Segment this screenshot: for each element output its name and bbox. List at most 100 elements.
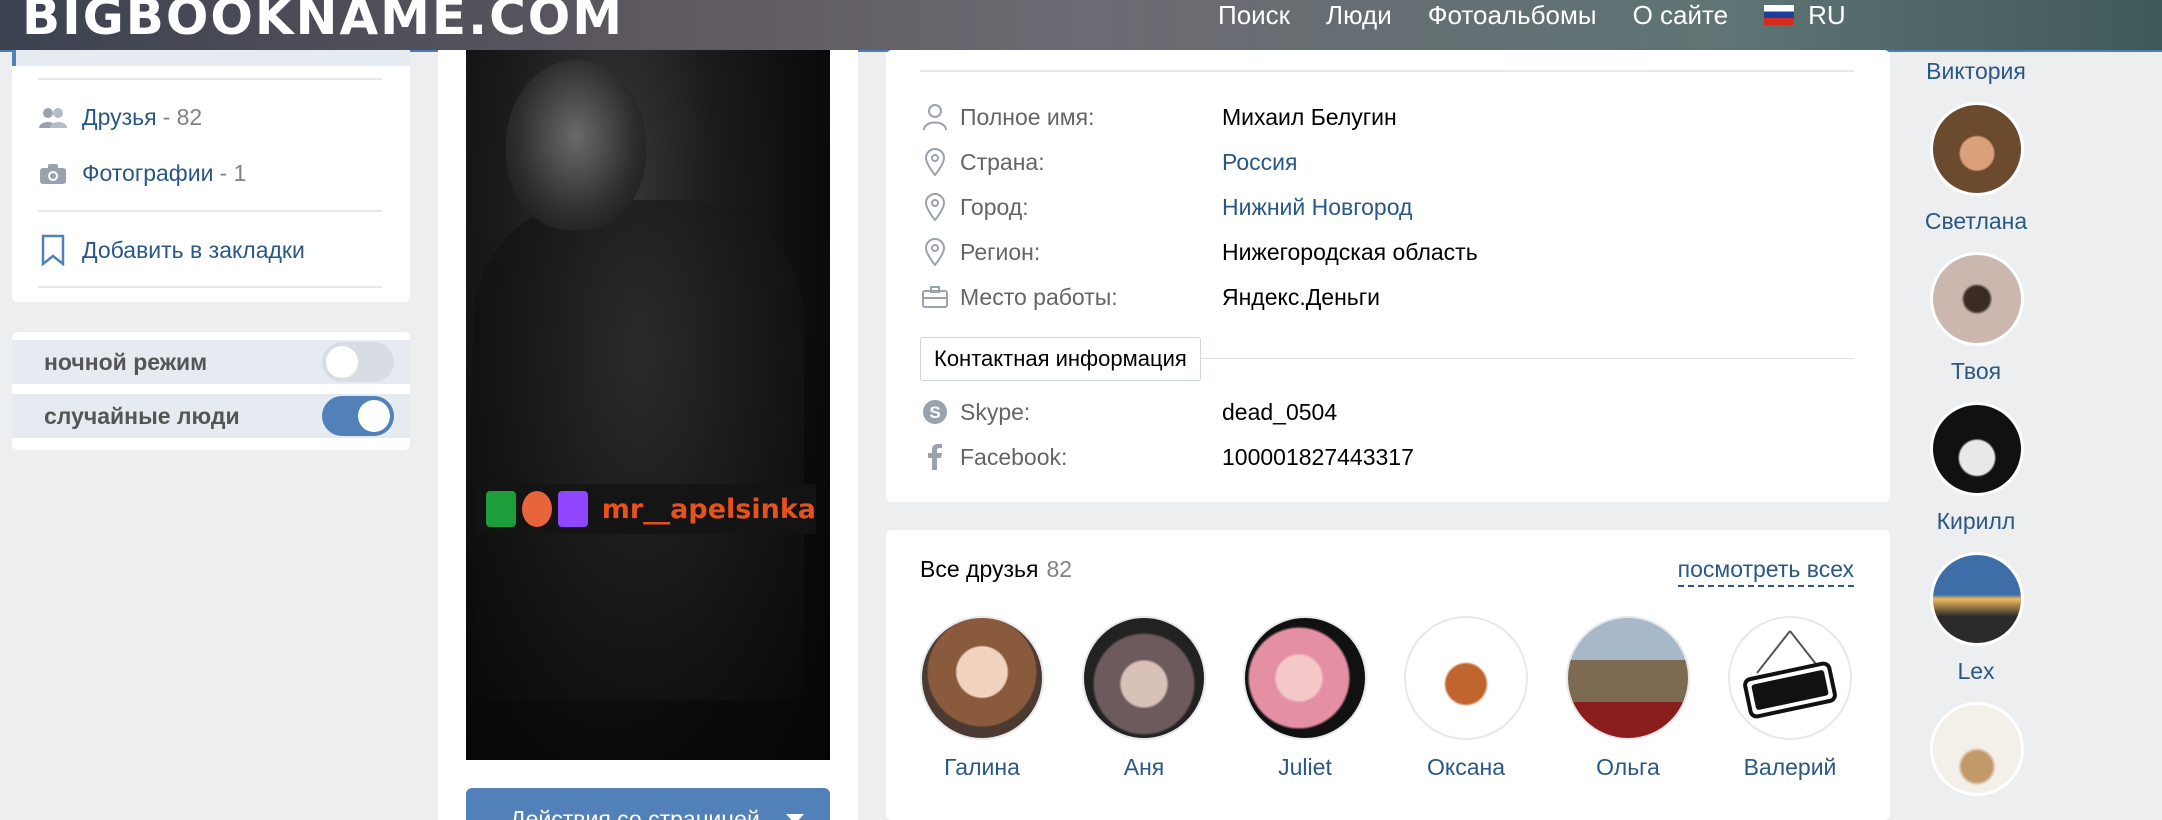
friends-count: 82 <box>1046 556 1073 582</box>
random-person-name[interactable]: Светлана <box>1876 208 2076 235</box>
profile-photo[interactable]: mr__apelsinka <box>466 50 830 760</box>
night-mode-label: ночной режим <box>44 348 208 375</box>
info-row-fullname: Полное имя: Михаил Белугин <box>920 102 1397 132</box>
russia-flag-icon[interactable] <box>1764 5 1795 25</box>
language-selector[interactable]: RU <box>1808 0 1846 31</box>
nickname: mr__apelsinka <box>601 493 817 525</box>
region-label: Регион: <box>960 238 1041 265</box>
random-person-name[interactable]: Lex <box>1876 658 2076 685</box>
friend-avatar[interactable] <box>1082 616 1206 740</box>
nav-search[interactable]: Поиск <box>1218 0 1290 31</box>
view-all-friends-link[interactable]: посмотреть всех <box>1677 556 1854 587</box>
work-value: Яндекс.Деньги <box>1222 283 1381 310</box>
night-mode-row: ночной режим <box>12 340 410 384</box>
random-people-toggle[interactable] <box>322 396 394 436</box>
menu-photos-label: Фотографии <box>82 160 214 186</box>
divider <box>38 78 382 80</box>
fullname-value: Михаил Белугин <box>1222 103 1397 130</box>
location-pin-icon <box>920 147 950 177</box>
random-person-avatar[interactable] <box>1930 402 2024 496</box>
divider <box>920 70 1854 72</box>
site-logo[interactable]: BIGBOOKNAME.COM <box>22 0 624 46</box>
twitch-badge-bar: mr__apelsinka <box>476 484 816 534</box>
info-row-city: Город: Нижний Новгород <box>920 192 1412 222</box>
nav-about[interactable]: О сайте <box>1633 0 1729 31</box>
svg-text:S: S <box>929 403 940 422</box>
bookmark-icon <box>41 234 65 266</box>
info-row-skype: S Skype: dead_0504 <box>920 397 1337 427</box>
friend-item[interactable]: Оксана <box>1404 616 1528 781</box>
city-label: Город: <box>960 193 1029 220</box>
friend-name[interactable]: Оксана <box>1404 754 1528 781</box>
skype-value: dead_0504 <box>1222 398 1338 425</box>
friend-name[interactable]: Аня <box>1082 754 1206 781</box>
night-mode-toggle[interactable] <box>322 342 394 382</box>
friend-avatar[interactable] <box>920 616 1044 740</box>
random-people-row: случайные люди <box>12 394 410 438</box>
random-person-avatar[interactable] <box>1930 552 2024 646</box>
friend-name[interactable]: Ольга <box>1566 754 1690 781</box>
friend-item[interactable]: Валерий <box>1728 616 1852 781</box>
sword-badge-icon <box>486 491 516 527</box>
menu-friends-count: - 82 <box>162 104 203 130</box>
menu-photos-count: - 1 <box>219 160 247 186</box>
random-person-name[interactable]: Кирилл <box>1876 508 2076 535</box>
random-people-label: случайные люди <box>44 402 240 429</box>
page-actions-button[interactable]: Действия со страницей <box>466 788 830 820</box>
random-person-avatar[interactable] <box>1930 252 2024 346</box>
clown-badge-icon <box>521 491 552 527</box>
toggle-knob <box>358 400 390 432</box>
random-person-name[interactable]: Виктория <box>1876 58 2076 85</box>
selected-menu-item[interactable] <box>12 50 410 66</box>
nav-albums[interactable]: Фотоальбомы <box>1428 0 1597 31</box>
menu-friends[interactable]: Друзья - 82 <box>38 104 202 131</box>
top-bar: BIGBOOKNAME.COM Поиск Люди Фотоальбомы О… <box>0 0 2162 52</box>
friend-avatar[interactable] <box>1404 616 1528 740</box>
country-value-link[interactable]: Россия <box>1222 149 1297 176</box>
briefcase-icon <box>920 282 950 312</box>
friend-name[interactable]: Валерий <box>1728 754 1852 781</box>
info-row-country: Страна: Россия <box>920 147 1297 177</box>
friend-item[interactable]: Аня <box>1082 616 1206 781</box>
menu-photos[interactable]: Фотографии - 1 <box>38 160 246 187</box>
twitch-icon <box>557 491 588 527</box>
friend-avatar[interactable] <box>1243 616 1367 740</box>
profile-menu-card: Друзья - 82 Фотографии - 1 Добавить в за… <box>12 50 410 302</box>
friend-item[interactable]: Ольга <box>1566 616 1690 781</box>
city-value-link[interactable]: Нижний Новгород <box>1222 194 1412 221</box>
friends-card: Все друзья 82 посмотреть всех Галина Аня … <box>886 530 1890 820</box>
friend-item[interactable]: Галина <box>920 616 1044 781</box>
user-icon <box>920 102 950 132</box>
info-row-region: Регион: Нижегородская область <box>920 237 1478 267</box>
facebook-icon <box>920 442 950 472</box>
nav-people[interactable]: Люди <box>1326 0 1392 31</box>
skype-icon: S <box>920 397 950 427</box>
photo-figure-head <box>506 60 646 230</box>
toggle-knob <box>326 346 358 378</box>
location-pin-icon <box>920 237 950 267</box>
divider <box>38 210 382 212</box>
settings-toggles-card: ночной режим случайные люди <box>12 332 410 450</box>
country-label: Страна: <box>960 148 1045 175</box>
top-nav: Поиск Люди Фотоальбомы О сайте RU <box>1218 0 1846 30</box>
random-person-avatar[interactable] <box>1930 102 2024 196</box>
friend-avatar[interactable] <box>1566 616 1690 740</box>
friends-title-label: Все друзья <box>920 556 1039 582</box>
profile-info-card: Полное имя: Михаил Белугин Страна: Росси… <box>886 50 1890 502</box>
skype-label: Skype: <box>960 398 1031 425</box>
add-bookmark-button[interactable]: Добавить в закладки <box>38 234 305 266</box>
random-person-avatar[interactable] <box>1930 702 2024 796</box>
closed-sign-icon <box>1743 630 1837 719</box>
contact-info-button[interactable]: Контактная информация <box>920 337 1201 381</box>
region-value: Нижегородская область <box>1222 238 1478 265</box>
friend-item[interactable]: Juliet <box>1243 616 1367 781</box>
photo-figure-body <box>474 200 804 700</box>
work-label: Место работы: <box>960 283 1118 310</box>
add-bookmark-label: Добавить в закладки <box>82 236 305 263</box>
friends-icon <box>39 107 67 128</box>
friend-name[interactable]: Галина <box>920 754 1044 781</box>
camera-icon <box>40 163 66 184</box>
friend-name[interactable]: Juliet <box>1243 754 1367 781</box>
friend-avatar[interactable] <box>1728 616 1852 740</box>
random-person-name[interactable]: Твоя <box>1876 358 2076 385</box>
